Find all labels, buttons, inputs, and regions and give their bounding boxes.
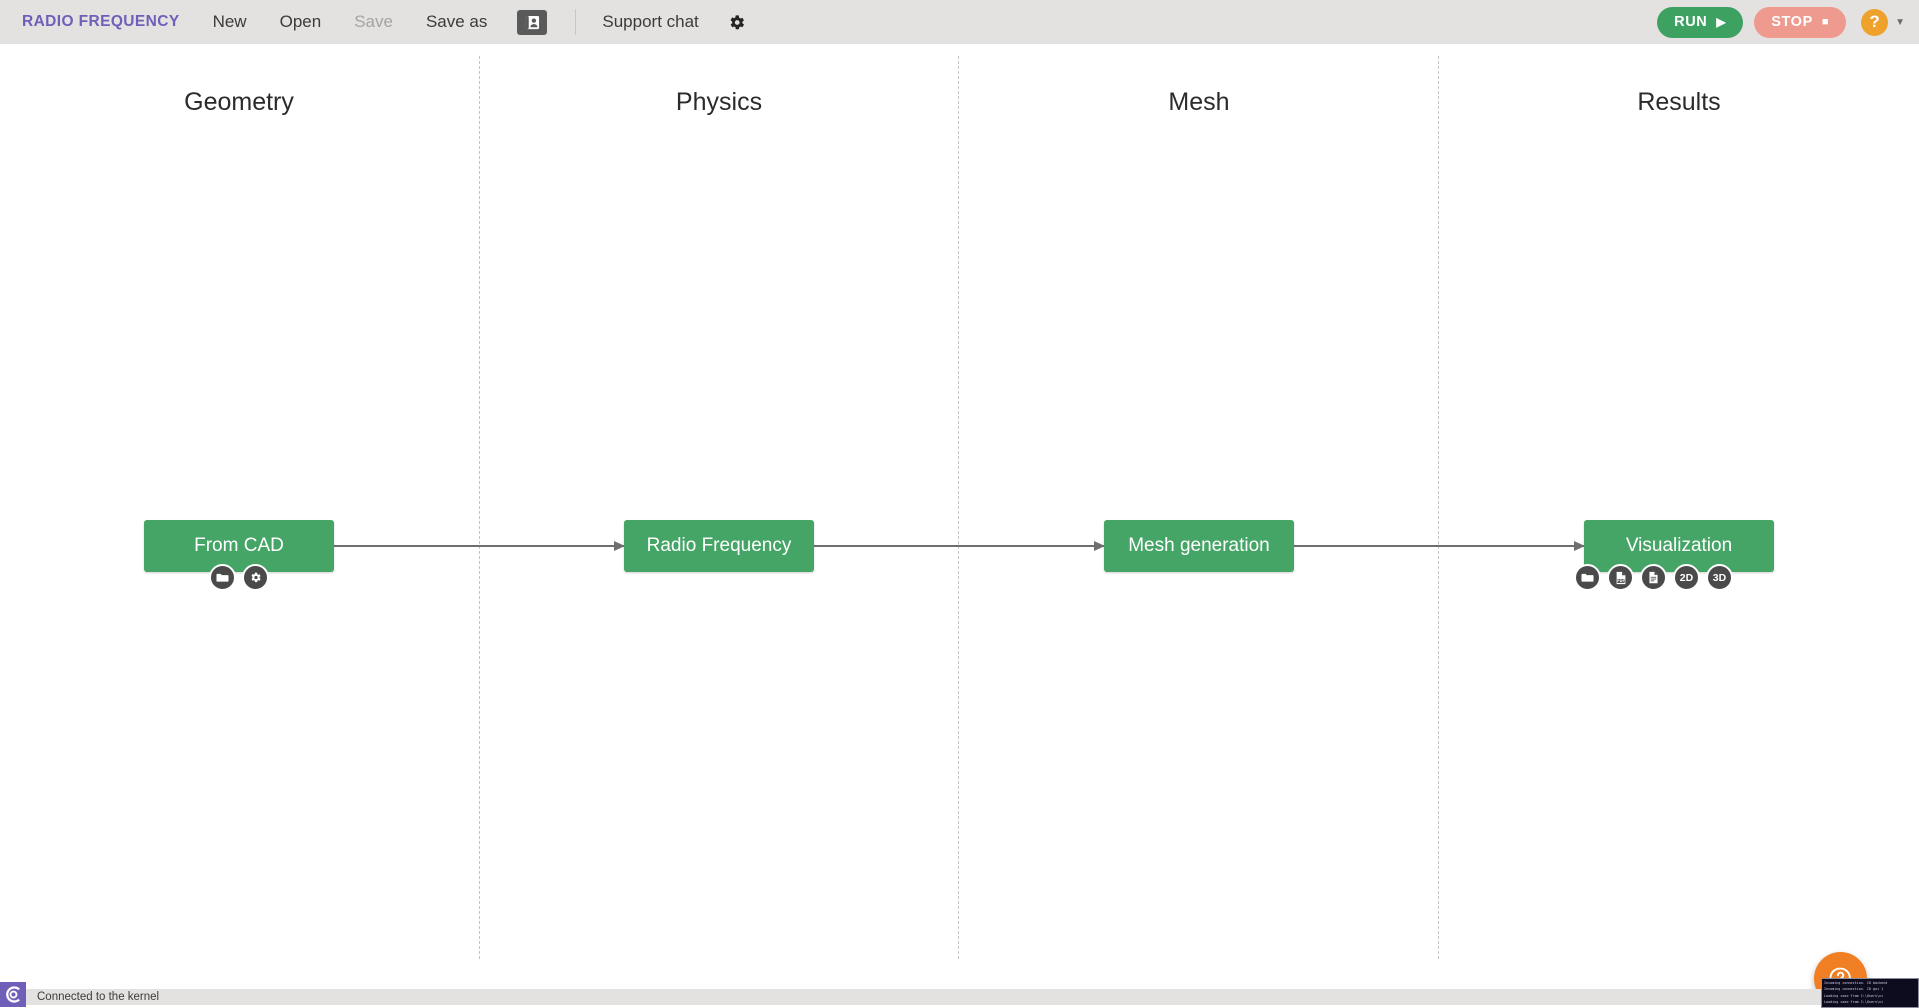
run-button-label: RUN — [1674, 14, 1708, 30]
node-radio-frequency[interactable]: Radio Frequency — [624, 520, 814, 572]
connector-mesh-results — [1294, 541, 1585, 551]
view-2d-icon[interactable]: 2D — [1673, 564, 1700, 591]
stop-button-label: STOP — [1771, 14, 1813, 30]
help-icon[interactable]: ? — [1861, 8, 1889, 36]
status-bar: Connected to the kernel Incoming connect… — [0, 978, 1919, 1008]
column-divider-3 — [1438, 56, 1439, 959]
stop-icon: ■ — [1821, 15, 1830, 28]
toolbar-divider — [575, 9, 577, 35]
kernel-logo-icon — [0, 982, 26, 1007]
workflow-canvas[interactable]: Geometry Physics Mesh Results From CAD R… — [0, 44, 1919, 1005]
node-visualization-badges: PDF 2D 3D — [1574, 564, 1733, 591]
column-header-geometry: Geometry — [184, 88, 294, 116]
contacts-icon[interactable] — [517, 9, 548, 35]
pdf-export-icon[interactable]: PDF — [1607, 564, 1634, 591]
kernel-status-text: Connected to the kernel — [37, 991, 160, 1003]
top-toolbar: RADIO FREQUENCY New Open Save Save as Su… — [0, 0, 1919, 44]
menu-item-save-as[interactable]: Save as — [426, 12, 487, 32]
folder-icon[interactable] — [209, 564, 236, 591]
stop-button[interactable]: STOP ■ — [1754, 6, 1847, 38]
node-mesh-generation[interactable]: Mesh generation — [1104, 520, 1294, 572]
column-header-physics: Physics — [675, 88, 763, 116]
view-3d-icon[interactable]: 3D — [1706, 564, 1733, 591]
menu-item-save: Save — [354, 12, 393, 31]
folder-icon[interactable] — [1574, 564, 1601, 591]
column-divider-2 — [958, 56, 959, 959]
gear-icon[interactable] — [725, 10, 749, 34]
node-visualization[interactable]: Visualization PDF 2D 3D — [1574, 520, 1774, 591]
connector-physics-mesh — [814, 541, 1105, 551]
report-icon[interactable] — [1640, 564, 1667, 591]
column-header-results: Results — [1637, 88, 1721, 116]
menu-item-open[interactable]: Open — [280, 12, 322, 32]
column-divider-1 — [479, 56, 480, 959]
chevron-down-icon[interactable]: ▼ — [1895, 17, 1905, 28]
play-icon: ▶ — [1716, 15, 1727, 29]
menu-item-support-chat[interactable]: Support chat — [602, 12, 698, 32]
node-from-cad[interactable]: From CAD — [144, 520, 334, 591]
node-mesh-generation-label: Mesh generation — [1128, 535, 1270, 556]
menu-item-new[interactable]: New — [213, 12, 247, 32]
connector-geometry-physics — [334, 541, 625, 551]
run-button[interactable]: RUN ▶ — [1657, 6, 1744, 38]
toolbar-actions: RUN ▶ STOP ■ ? ▼ — [1657, 6, 1905, 38]
app-title: RADIO FREQUENCY — [22, 13, 180, 30]
svg-text:PDF: PDF — [1617, 579, 1625, 583]
column-header-mesh: Mesh — [1168, 88, 1230, 116]
node-from-cad-badges — [209, 564, 269, 591]
node-from-cad-label: From CAD — [194, 535, 284, 556]
node-radio-frequency-label: Radio Frequency — [646, 535, 792, 556]
console-output[interactable]: Incoming connection. ID backend Incoming… — [1821, 978, 1919, 1008]
gear-icon[interactable] — [242, 564, 269, 591]
node-visualization-label: Visualization — [1625, 535, 1733, 556]
